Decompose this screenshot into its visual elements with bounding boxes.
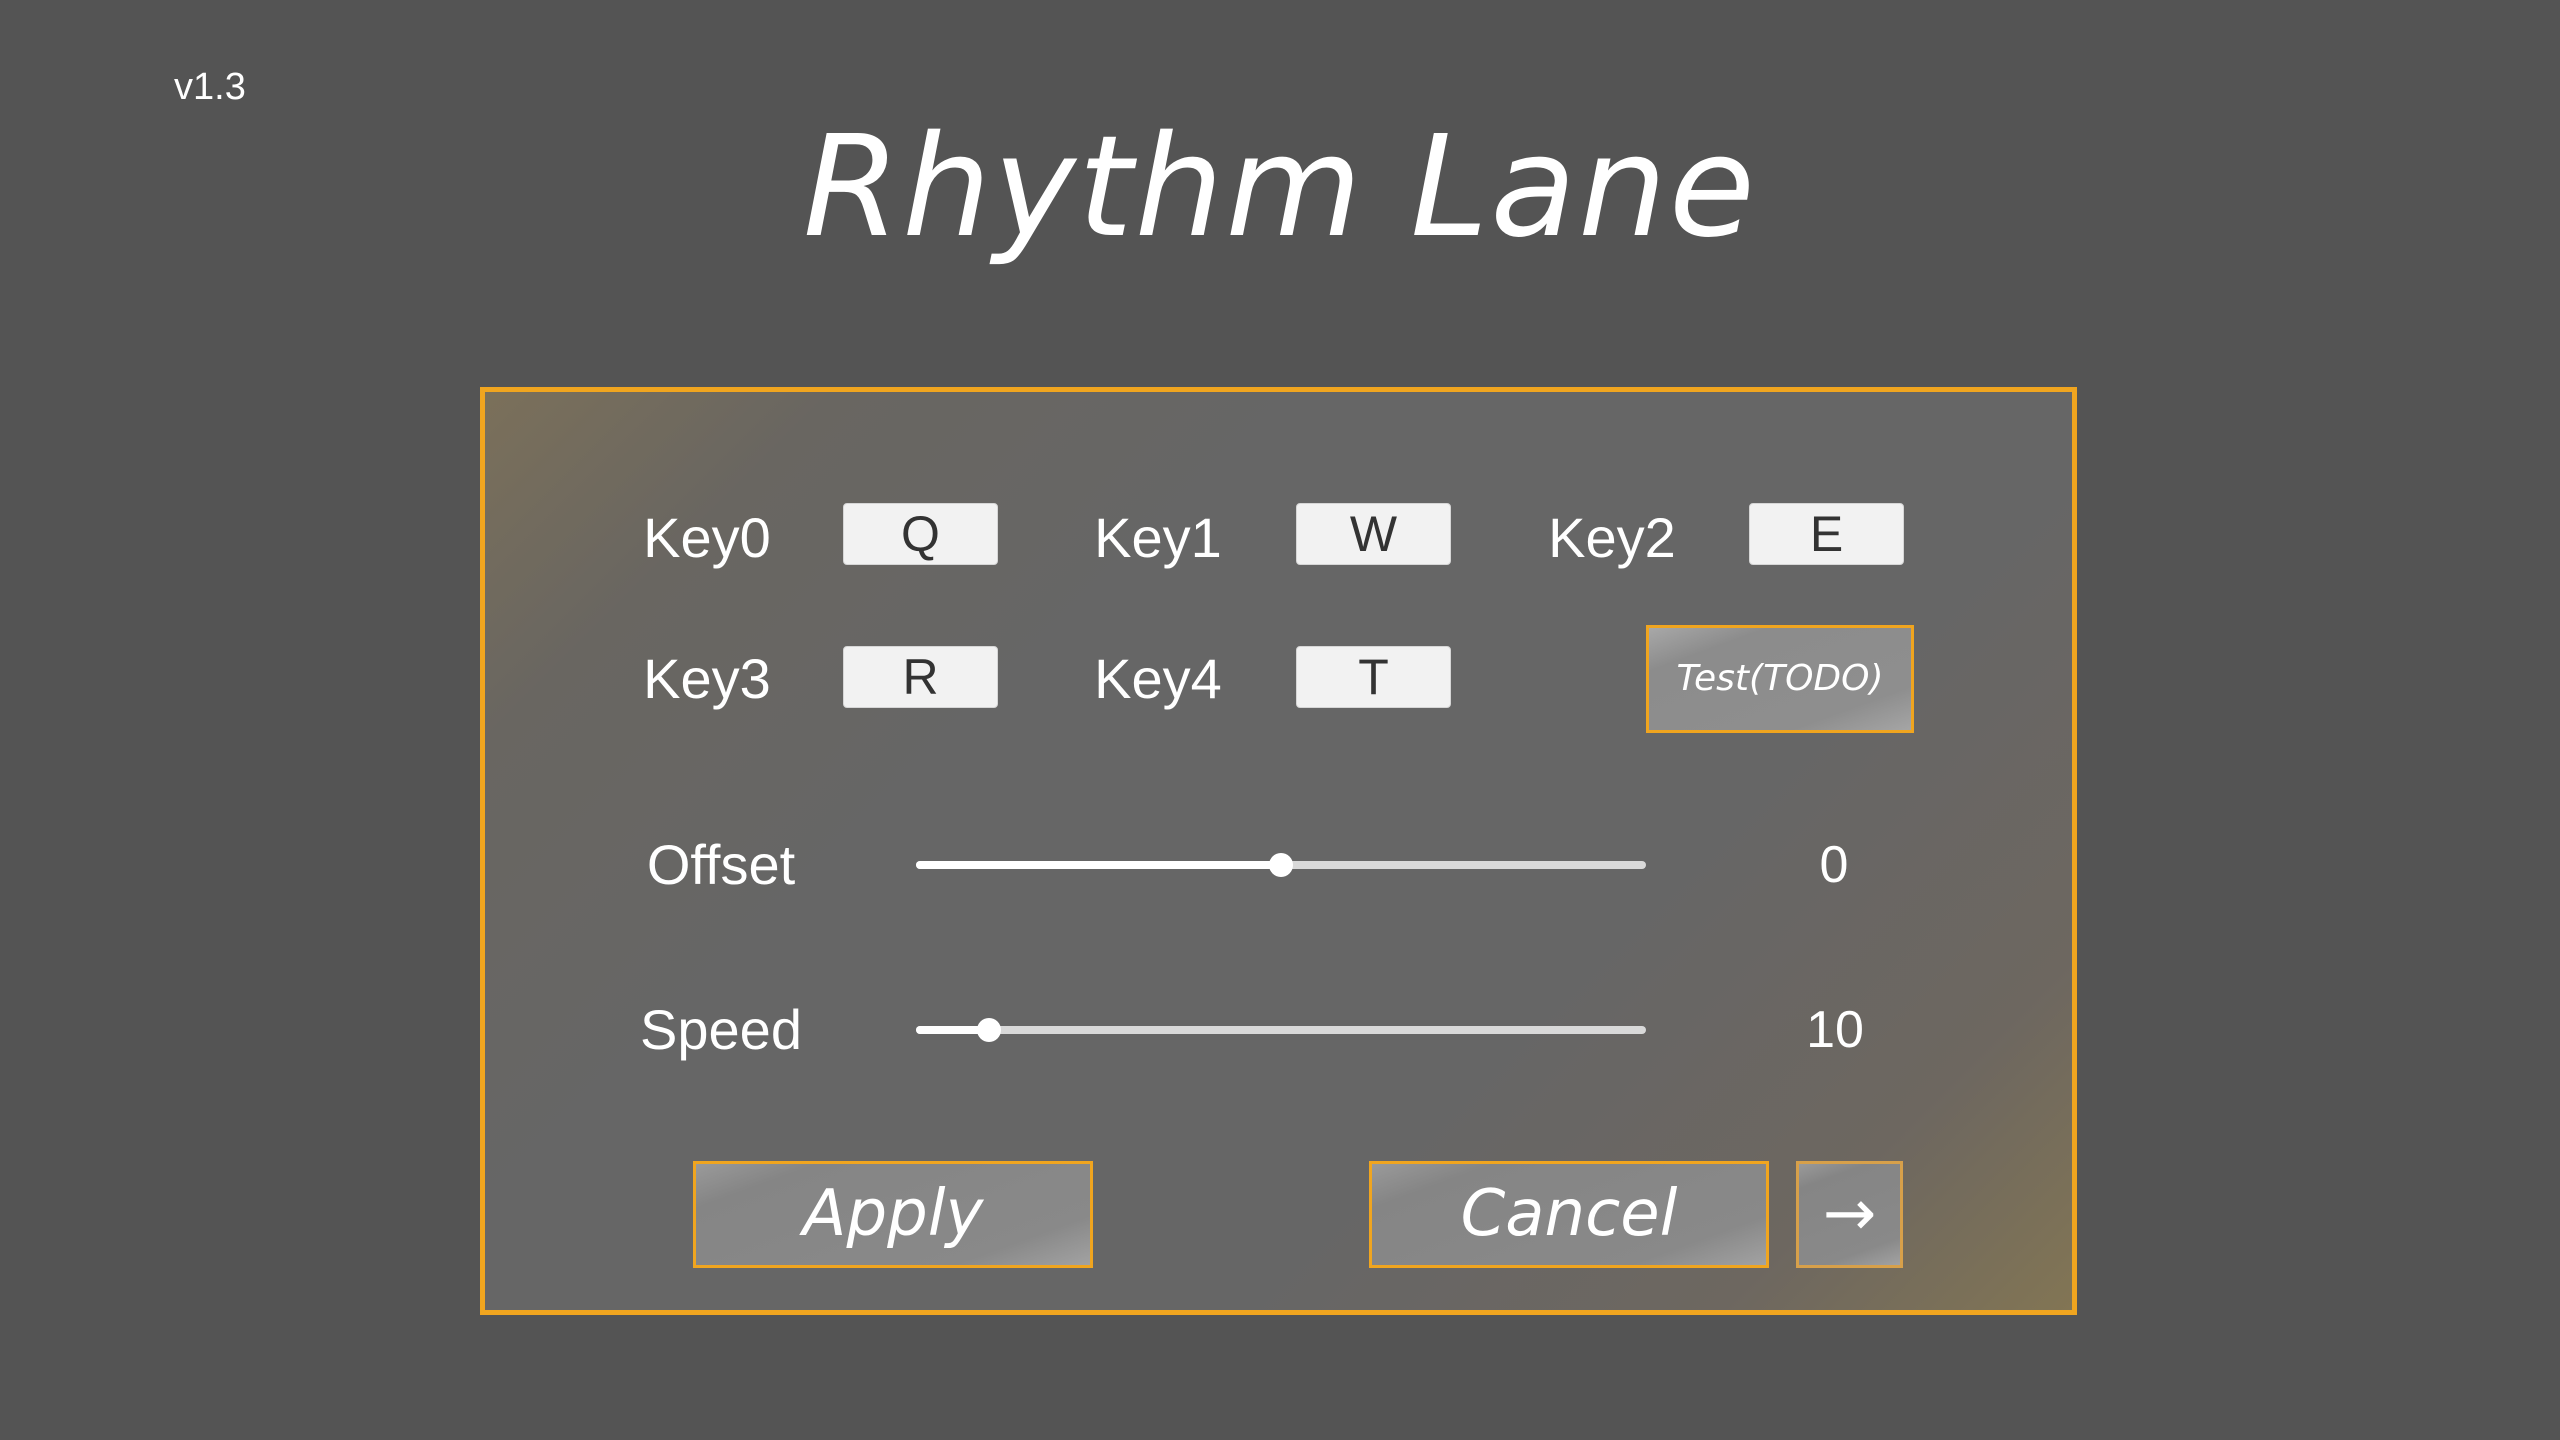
apply-button[interactable]: Apply [693, 1161, 1093, 1268]
next-arrow-button[interactable]: → [1796, 1161, 1903, 1268]
key2-binding[interactable]: E [1749, 503, 1904, 565]
speed-value: 10 [1806, 1001, 1864, 1059]
key4-binding[interactable]: T [1296, 646, 1451, 708]
offset-slider[interactable] [916, 853, 1646, 877]
cancel-button[interactable]: Cancel [1369, 1161, 1769, 1268]
key0-binding[interactable]: Q [843, 503, 998, 565]
settings-panel: Key0 Q Key1 W Key2 E Key3 R Key4 T Test(… [480, 387, 2077, 1315]
speed-slider-track[interactable] [916, 1026, 1646, 1034]
key3-binding[interactable]: R [843, 646, 998, 708]
key1-binding[interactable]: W [1296, 503, 1451, 565]
offset-slider-thumb[interactable] [1269, 853, 1293, 877]
offset-slider-fill [916, 861, 1281, 869]
speed-label: Speed [640, 998, 802, 1061]
speed-slider-thumb[interactable] [977, 1018, 1001, 1042]
offset-value: 0 [1819, 836, 1849, 894]
version-label: v1.3 [174, 66, 246, 108]
key0-label: Key0 [643, 506, 771, 569]
key4-label: Key4 [1094, 647, 1222, 710]
game-title: Rhythm Lane [802, 106, 1757, 269]
key2-label: Key2 [1548, 506, 1676, 569]
key3-label: Key3 [643, 647, 771, 710]
speed-slider[interactable] [916, 1018, 1646, 1042]
offset-label: Offset [646, 833, 796, 896]
key1-label: Key1 [1094, 506, 1222, 569]
test-button[interactable]: Test(TODO) [1646, 625, 1914, 733]
